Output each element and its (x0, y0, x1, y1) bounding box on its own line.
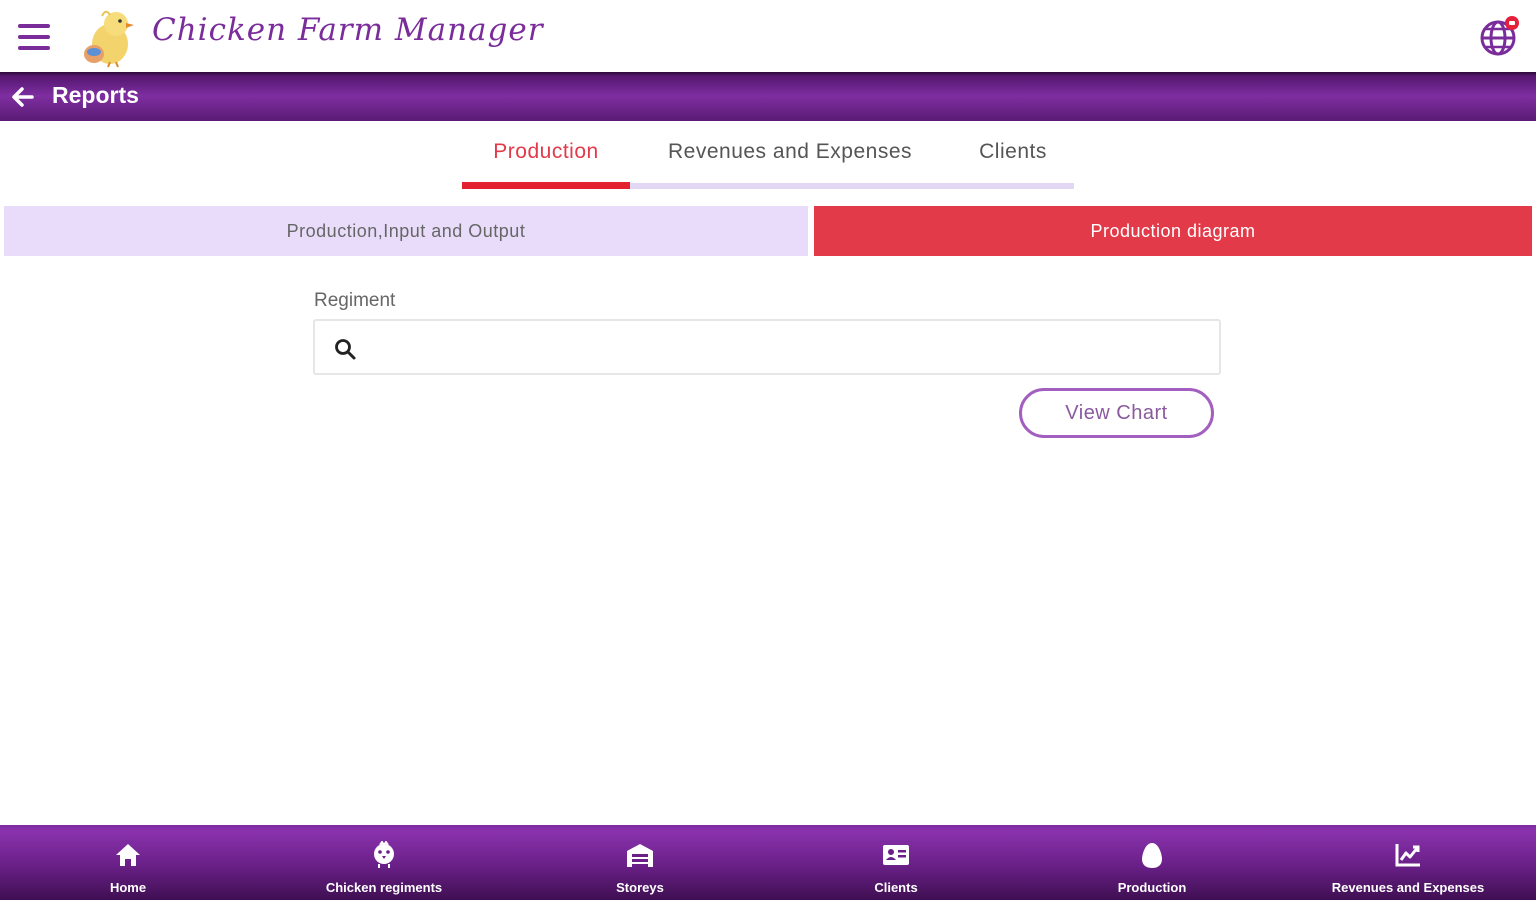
reports-header: Reports (0, 72, 1536, 121)
hamburger-menu-icon[interactable] (16, 22, 52, 52)
tab-revenues-and-expenses[interactable]: Revenues and Expenses (640, 130, 940, 182)
nav-item-chicken-regiments[interactable]: Chicken regiments (256, 825, 512, 900)
nav-label: Clients (874, 880, 918, 895)
home-icon (116, 844, 140, 866)
tab-clients[interactable]: Clients (958, 130, 1068, 182)
report-tabs: Production Revenues and Expenses Clients (462, 130, 1074, 190)
globe-icon[interactable] (1478, 14, 1522, 58)
nav-label: Production (1117, 880, 1187, 895)
production-input-output-toggle[interactable]: Production,Input and Output (4, 206, 808, 256)
chart-line-icon (1395, 844, 1420, 867)
egg-icon (1142, 843, 1162, 868)
nav-label: Home (109, 880, 147, 895)
view-chart-button[interactable]: View Chart (1019, 388, 1214, 438)
nav-item-home[interactable]: Home (0, 825, 256, 900)
chick-logo (84, 10, 134, 68)
nav-label: Storeys (616, 880, 664, 895)
active-tab-indicator (462, 182, 630, 189)
page-title: Reports (52, 82, 139, 108)
arrow-left-icon[interactable] (8, 82, 38, 112)
chick-icon (374, 841, 394, 868)
regiment-label: Regiment (314, 290, 396, 311)
nav-item-revenues-and-expenses[interactable]: Revenues and Expenses (1280, 825, 1536, 900)
search-icon (335, 339, 356, 360)
id-card-icon (883, 845, 909, 865)
nav-label: Chicken regiments (325, 880, 443, 895)
warehouse-icon (627, 844, 653, 867)
bottom-navigation: Home Chicken regiments Storeys Clients P… (0, 825, 1536, 900)
nav-item-storeys[interactable]: Storeys (512, 825, 768, 900)
app-title: Chicken Farm Manager (152, 12, 544, 48)
nav-item-clients[interactable]: Clients (768, 825, 1024, 900)
nav-item-production[interactable]: Production (1024, 825, 1280, 900)
nav-label: Revenues and Expenses (1331, 880, 1485, 895)
regiment-search-box[interactable] (313, 319, 1221, 375)
regiment-input[interactable] (371, 327, 1211, 367)
production-diagram-toggle[interactable]: Production diagram (814, 206, 1532, 256)
tab-production[interactable]: Production (462, 130, 630, 182)
app-bar: Chicken Farm Manager (0, 0, 1536, 72)
